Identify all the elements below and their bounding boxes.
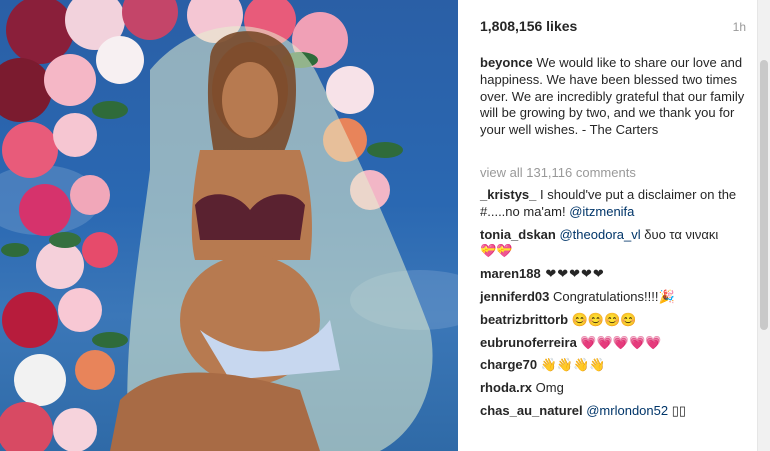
comment: beatrizbrittorb 😊😊😊😊 <box>480 312 752 329</box>
comment-username[interactable]: tonia_dskan <box>480 227 556 242</box>
comment-username[interactable]: eubrunoferreira <box>480 335 577 350</box>
comment-username[interactable]: jenniferd03 <box>480 289 549 304</box>
comment-text: 💗💗💗💗💗 <box>576 334 662 350</box>
comment-text: ▯▯ <box>668 402 687 418</box>
comment-mention[interactable]: @theodora_vl <box>559 227 640 242</box>
comment: charge70 👋👋👋👋 <box>480 357 752 374</box>
comment: eubrunoferreira 💗💗💗💗💗 <box>480 335 752 352</box>
comment-text: 👋👋👋👋 <box>537 357 606 373</box>
comment-username[interactable]: chas_au_naturel <box>480 403 583 418</box>
comment-mention[interactable]: @mrlondon52 <box>586 403 668 418</box>
comment-username[interactable]: _kristys_ <box>480 187 536 202</box>
comment: tonia_dskan @theodora_vl δυο τα νινακι 💝💝 <box>480 227 752 261</box>
comment-text: ❤❤❤❤❤ <box>540 266 605 282</box>
post-caption: beyonce We would like to share our love … <box>480 55 750 139</box>
comment-mention[interactable]: @itzmenifa <box>569 204 634 219</box>
post-timestamp[interactable]: 1h <box>733 20 746 34</box>
comment-text: Omg <box>532 380 564 396</box>
photo-illustration <box>0 0 458 451</box>
post-details-panel: 1,808,156 likes 1h beyonce We would like… <box>458 0 770 451</box>
comment-username[interactable]: rhoda.rx <box>480 380 532 395</box>
comments-list: _kristys_ I should've put a disclaimer o… <box>480 187 752 426</box>
post-photo[interactable] <box>0 0 458 451</box>
comment: _kristys_ I should've put a disclaimer o… <box>480 187 752 221</box>
comment-text: Congratulations!!!!🎉 <box>549 288 675 304</box>
caption-username[interactable]: beyonce <box>480 55 533 70</box>
comment: chas_au_naturel @mrlondon52 ▯▯ <box>480 403 752 420</box>
view-all-comments-link[interactable]: view all 131,116 comments <box>480 165 636 180</box>
comment-username[interactable]: maren188 <box>480 266 541 281</box>
scrollbar-thumb[interactable] <box>760 60 768 330</box>
comment-text: 😊😊😊😊 <box>568 311 637 327</box>
comment-emoji: 💝💝 <box>480 243 513 259</box>
comment-username[interactable]: beatrizbrittorb <box>480 312 568 327</box>
comment: jenniferd03 Congratulations!!!!🎉 <box>480 289 752 306</box>
comment-text: δυο τα νινακι <box>640 226 719 242</box>
comment: rhoda.rx Omg <box>480 380 752 397</box>
comment: maren188 ❤❤❤❤❤ <box>480 266 752 283</box>
comment-username[interactable]: charge70 <box>480 357 537 372</box>
comments-scrollbar[interactable] <box>757 0 770 451</box>
like-count[interactable]: 1,808,156 likes <box>480 18 577 34</box>
